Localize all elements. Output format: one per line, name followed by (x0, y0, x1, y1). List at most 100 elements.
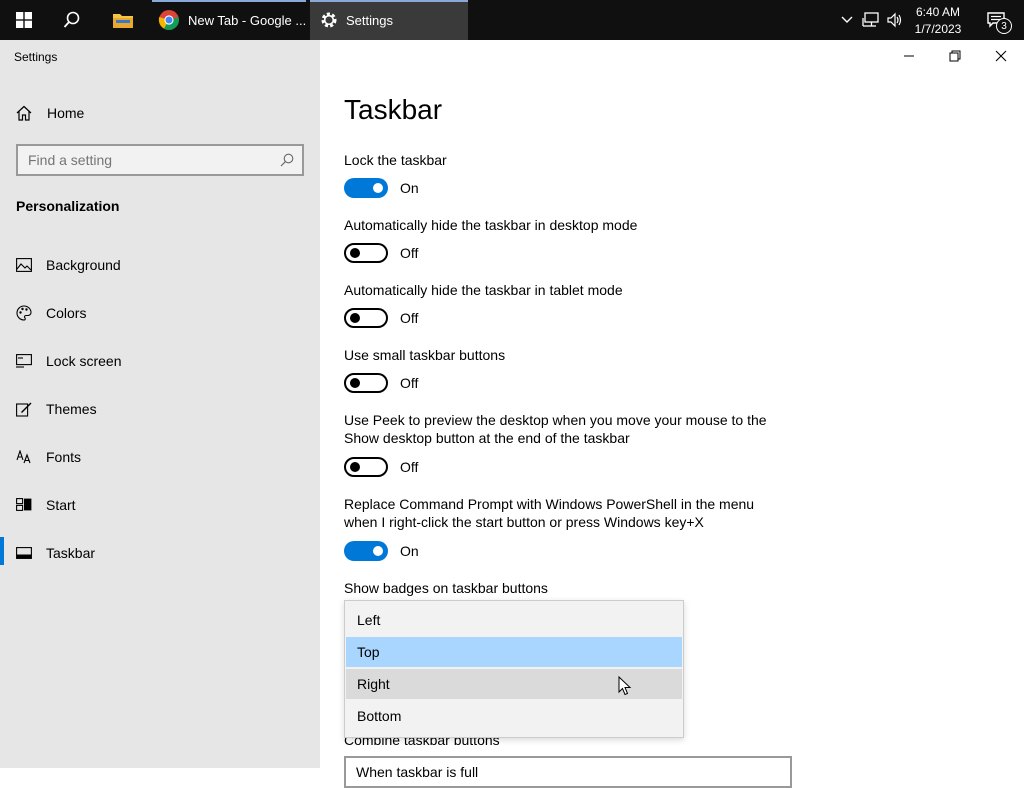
dropdown-option-left[interactable]: Left (346, 605, 682, 635)
font-icon (16, 450, 31, 464)
sidebar-item-taskbar[interactable]: Taskbar (0, 533, 320, 573)
dropdown-option-bottom[interactable]: Bottom (346, 701, 682, 731)
restore-icon (949, 50, 961, 62)
taskbar-search-button[interactable] (48, 0, 96, 40)
sidebar-item-label: Fonts (46, 449, 82, 465)
nav-home-label: Home (47, 105, 85, 121)
start-button[interactable] (0, 0, 48, 40)
task-label: Settings (346, 12, 393, 28)
search-icon[interactable] (280, 153, 294, 167)
windows-logo-icon (16, 12, 32, 28)
page-title: Taskbar (344, 94, 443, 125)
toggle-peek[interactable]: Off (344, 457, 418, 477)
dropdown-option-top[interactable]: Top (346, 637, 682, 667)
section-title: Personalization (16, 198, 120, 214)
mouse-cursor-icon (618, 676, 632, 696)
file-explorer-button[interactable] (100, 0, 146, 40)
toggle-knob (373, 546, 383, 556)
combine-select-value: When taskbar is full (356, 764, 479, 780)
toggle-state: On (400, 543, 419, 559)
show-hidden-icons-button[interactable] (838, 0, 856, 40)
windows-taskbar: New Tab - Google ... Settings 6:40 AM 1/… (0, 0, 1024, 40)
minimize-button[interactable] (886, 40, 932, 72)
clock-time: 6:40 AM (915, 5, 961, 19)
restore-button[interactable] (932, 40, 978, 72)
toggle-switch[interactable] (344, 373, 388, 393)
close-button[interactable] (978, 40, 1024, 72)
folder-icon (113, 14, 133, 28)
sidebar-item-lock-screen[interactable]: Lock screen (0, 341, 320, 381)
toggle-state: Off (400, 310, 419, 326)
app-title: Settings (14, 50, 58, 64)
find-setting-search[interactable] (16, 144, 304, 176)
sidebar-item-label: Start (46, 497, 76, 513)
setting-label-autohide-tablet: Automatically hide the taskbar in tablet… (344, 282, 623, 298)
sidebar-item-fonts[interactable]: Fonts (0, 437, 320, 477)
start-icon (16, 498, 32, 511)
close-icon (995, 50, 1007, 62)
setting-label-powershell: Replace Command Prompt with Windows Powe… (344, 496, 755, 530)
speaker-icon (887, 12, 902, 28)
toggle-knob (373, 183, 383, 193)
taskbar-location-dropdown-list: Left Top Right Bottom (344, 600, 684, 738)
action-center-button[interactable]: 3 (976, 0, 1016, 40)
sidebar-item-label: Lock screen (46, 353, 122, 369)
notification-count-badge: 3 (996, 18, 1012, 34)
toggle-state: Off (400, 375, 419, 391)
taskbar-task-settings[interactable]: Settings (310, 0, 468, 40)
toggle-state: On (400, 180, 419, 196)
sidebar-item-label: Taskbar (46, 545, 96, 561)
sidebar-item-label: Background (46, 257, 121, 273)
task-label: New Tab - Google ... (187, 12, 306, 28)
toggle-knob (350, 378, 360, 388)
toggle-state: Off (400, 245, 419, 261)
sidebar-item-label: Themes (46, 401, 97, 417)
sidebar-item-start[interactable]: Start (0, 485, 320, 525)
toggle-switch[interactable] (344, 308, 388, 328)
volume-tray-button[interactable] (884, 0, 906, 40)
setting-label-badges: Show badges on taskbar buttons (344, 580, 548, 596)
taskbar-icon (16, 547, 32, 559)
chevron-up-icon (841, 16, 853, 23)
toggle-powershell[interactable]: On (344, 541, 419, 561)
sidebar-item-colors[interactable]: Colors (0, 293, 320, 333)
setting-label-autohide-desktop: Automatically hide the taskbar in deskto… (344, 217, 638, 233)
active-task-indicator (152, 0, 306, 2)
toggle-switch[interactable] (344, 541, 388, 561)
toggle-autohide-desktop[interactable]: Off (344, 243, 418, 263)
sidebar-item-background[interactable]: Background (0, 245, 320, 285)
taskbar-clock[interactable]: 6:40 AM 1/7/2023 (906, 0, 970, 40)
nav-home[interactable]: Home (0, 96, 320, 130)
toggle-switch[interactable] (344, 243, 388, 263)
network-tray-button[interactable] (860, 0, 882, 40)
toggle-knob (350, 248, 360, 258)
setting-label-peek: Use Peek to preview the desktop when you… (344, 412, 767, 446)
home-icon (16, 105, 32, 121)
chrome-icon (158, 10, 179, 30)
combine-buttons-select[interactable]: When taskbar is full (344, 756, 792, 788)
sidebar-item-themes[interactable]: Themes (0, 389, 320, 429)
toggle-lock-taskbar[interactable]: On (344, 178, 419, 198)
search-icon (63, 11, 80, 28)
setting-label-lock-taskbar: Lock the taskbar (344, 152, 447, 168)
toggle-switch[interactable] (344, 178, 388, 198)
gear-icon (321, 12, 337, 28)
settings-sidebar: Settings Home Personalization Background… (0, 40, 320, 768)
palette-icon (16, 305, 32, 321)
taskbar-task-chrome[interactable]: New Tab - Google ... (152, 0, 306, 40)
minimize-icon (904, 55, 914, 57)
toggle-knob (350, 313, 360, 323)
toggle-small-buttons[interactable]: Off (344, 373, 418, 393)
toggle-switch[interactable] (344, 457, 388, 477)
search-input[interactable] (28, 152, 268, 168)
active-task-indicator (310, 0, 468, 2)
picture-icon (16, 258, 32, 272)
toggle-knob (350, 462, 360, 472)
sidebar-item-label: Colors (46, 305, 87, 321)
network-icon (862, 12, 879, 27)
lock-screen-icon (16, 354, 32, 368)
active-item-indicator (0, 537, 4, 565)
clock-date: 1/7/2023 (914, 22, 962, 36)
toggle-autohide-tablet[interactable]: Off (344, 308, 418, 328)
toggle-state: Off (400, 459, 419, 475)
